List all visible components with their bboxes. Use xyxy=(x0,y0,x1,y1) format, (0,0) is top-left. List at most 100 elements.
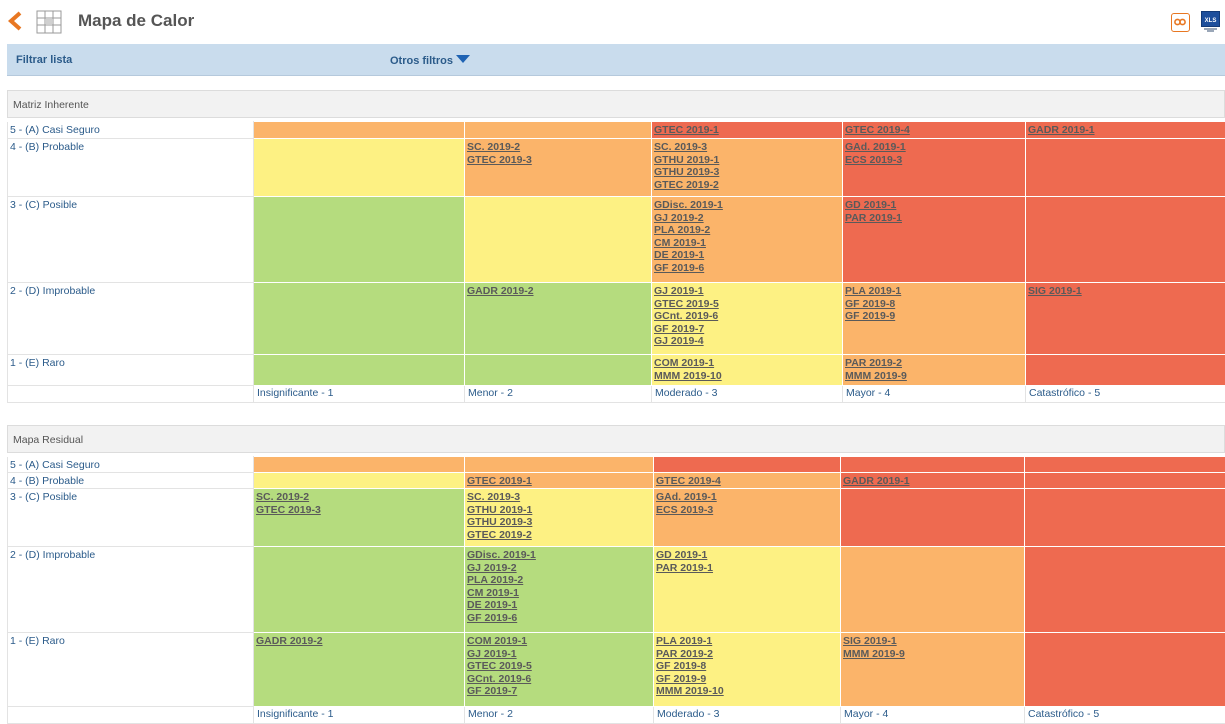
risk-link[interactable]: GAd. 2019-1 xyxy=(656,491,838,504)
matrix-row: 5 - (A) Casi Seguro xyxy=(8,457,1225,473)
risk-link[interactable]: GJ 2019-1 xyxy=(467,648,651,661)
risk-link[interactable]: GTHU 2019-1 xyxy=(467,504,651,517)
risk-link[interactable]: GTEC 2019-4 xyxy=(656,475,838,488)
probability-label: 3 - (C) Posible xyxy=(8,197,254,283)
matrix-row: 5 - (A) Casi Seguro GTEC 2019-1 GTEC 2019-… xyxy=(8,122,1225,139)
risk-link[interactable]: GTEC 2019-5 xyxy=(654,298,840,311)
impact-label: Insignificante - 1 xyxy=(254,707,465,724)
risk-link[interactable]: PLA 2019-1 xyxy=(845,285,1023,298)
risk-link[interactable]: SC. 2019-3 xyxy=(467,491,651,504)
risk-link[interactable]: MMM 2019-10 xyxy=(654,370,840,383)
probability-label: 3 - (C) Posible xyxy=(8,489,254,547)
excel-export-icon[interactable]: XLS xyxy=(1201,11,1220,33)
risk-link[interactable]: MMM 2019-9 xyxy=(843,648,1022,661)
risk-link[interactable]: GF 2019-7 xyxy=(467,685,651,698)
risk-link[interactable]: GADR 2019-1 xyxy=(1028,124,1223,137)
heatmap-cell xyxy=(254,197,465,283)
risk-link[interactable]: GF 2019-8 xyxy=(845,298,1023,311)
risk-link[interactable]: GF 2019-6 xyxy=(654,262,840,275)
risk-link[interactable]: GTHU 2019-3 xyxy=(654,166,840,179)
heatmap-cell: GADR 2019-2 xyxy=(254,633,465,707)
risk-link[interactable]: DE 2019-1 xyxy=(467,599,651,612)
risk-link[interactable]: COM 2019-1 xyxy=(467,635,651,648)
heatmap-cell: PLA 2019-1GF 2019-8GF 2019-9 xyxy=(843,283,1026,355)
heatmap-cell: GTEC 2019-1 xyxy=(465,473,654,489)
residual-matrix-header: Mapa Residual xyxy=(7,425,1225,453)
risk-link[interactable]: GCnt. 2019-6 xyxy=(654,310,840,323)
risk-link[interactable]: GADR 2019-2 xyxy=(467,285,649,298)
impact-label: Moderado - 3 xyxy=(654,707,841,724)
risk-link[interactable]: CM 2019-1 xyxy=(654,237,840,250)
risk-link[interactable]: GTEC 2019-1 xyxy=(654,124,840,137)
other-filters-label: Otros filtros xyxy=(390,55,453,67)
risk-link[interactable]: SC. 2019-3 xyxy=(654,141,840,154)
heatmap-cell xyxy=(841,547,1025,633)
matrix-row: 1 - (E) RaroCOM 2019-1MMM 2019-10PAR 201… xyxy=(8,355,1225,386)
risk-link[interactable]: SIG 2019-1 xyxy=(1028,285,1223,298)
filter-list-link[interactable]: Filtrar lista xyxy=(16,54,72,66)
risk-link[interactable]: GTEC 2019-4 xyxy=(845,124,1023,137)
risk-link[interactable]: GJ 2019-2 xyxy=(467,562,651,575)
impact-label: Catastrófico - 5 xyxy=(1025,707,1225,724)
risk-link[interactable]: GTEC 2019-2 xyxy=(654,179,840,192)
heatmap-cell xyxy=(1026,197,1225,283)
heatmap-cell xyxy=(1025,489,1225,547)
other-filters-dropdown[interactable]: Otros filtros xyxy=(390,55,470,67)
impact-label: Menor - 2 xyxy=(465,386,652,403)
link-icon[interactable] xyxy=(1171,13,1190,32)
risk-link[interactable]: PAR 2019-2 xyxy=(656,648,838,661)
risk-link[interactable]: SC. 2019-2 xyxy=(467,141,649,154)
risk-link[interactable]: ECS 2019-3 xyxy=(656,504,838,517)
risk-link[interactable]: PAR 2019-1 xyxy=(656,562,838,575)
risk-link[interactable]: GADR 2019-1 xyxy=(843,475,1022,488)
probability-label: 5 - (A) Casi Seguro xyxy=(8,122,254,139)
heatmap-cell: GD 2019-1PAR 2019-1 xyxy=(654,547,841,633)
risk-link[interactable]: GD 2019-1 xyxy=(845,199,1023,212)
risk-link[interactable]: GTEC 2019-3 xyxy=(256,504,462,517)
risk-link[interactable]: GF 2019-8 xyxy=(656,660,838,673)
risk-link[interactable]: GDisc. 2019-1 xyxy=(654,199,840,212)
risk-link[interactable]: GF 2019-6 xyxy=(467,612,651,625)
heatmap-cell: SC. 2019-3GTHU 2019-1GTHU 2019-3GTEC 201… xyxy=(652,139,843,197)
heatmap-cell: SC. 2019-3GTHU 2019-1GTHU 2019-3GTEC 201… xyxy=(465,489,654,547)
heatmap-cell: SIG 2019-1MMM 2019-9 xyxy=(841,633,1025,707)
risk-link[interactable]: COM 2019-1 xyxy=(654,357,840,370)
risk-link[interactable]: PLA 2019-1 xyxy=(656,635,838,648)
risk-link[interactable]: GF 2019-9 xyxy=(845,310,1023,323)
risk-link[interactable]: GJ 2019-2 xyxy=(654,212,840,225)
risk-link[interactable]: PAR 2019-1 xyxy=(845,212,1023,225)
risk-link[interactable]: PLA 2019-2 xyxy=(654,224,840,237)
risk-link[interactable]: GTHU 2019-1 xyxy=(654,154,840,167)
risk-link[interactable]: DE 2019-1 xyxy=(654,249,840,262)
risk-link[interactable]: GDisc. 2019-1 xyxy=(467,549,651,562)
risk-link[interactable]: MMM 2019-9 xyxy=(845,370,1023,383)
risk-link[interactable]: GTEC 2019-2 xyxy=(467,529,651,542)
risk-link[interactable]: GF 2019-7 xyxy=(654,323,840,336)
heatmap-cell xyxy=(254,283,465,355)
back-arrow-icon[interactable] xyxy=(7,10,23,32)
risk-link[interactable]: GTEC 2019-1 xyxy=(467,475,651,488)
heatmap-cell xyxy=(1026,139,1225,197)
risk-link[interactable]: PLA 2019-2 xyxy=(467,574,651,587)
risk-link[interactable]: SC. 2019-2 xyxy=(256,491,462,504)
risk-link[interactable]: GTHU 2019-3 xyxy=(467,516,651,529)
risk-link[interactable]: GAd. 2019-1 xyxy=(845,141,1023,154)
impact-label: Menor - 2 xyxy=(465,707,654,724)
impact-axis-row: Insignificante - 1Menor - 2Moderado - 3M… xyxy=(8,707,1225,724)
risk-link[interactable]: SIG 2019-1 xyxy=(843,635,1022,648)
risk-link[interactable]: GD 2019-1 xyxy=(656,549,838,562)
risk-link[interactable]: GTEC 2019-3 xyxy=(467,154,649,167)
risk-link[interactable]: MMM 2019-10 xyxy=(656,685,838,698)
risk-link[interactable]: GADR 2019-2 xyxy=(256,635,462,648)
risk-link[interactable]: GCnt. 2019-6 xyxy=(467,673,651,686)
risk-link[interactable]: GF 2019-9 xyxy=(656,673,838,686)
risk-link[interactable]: GTEC 2019-5 xyxy=(467,660,651,673)
risk-link[interactable]: PAR 2019-2 xyxy=(845,357,1023,370)
matrix-row: 1 - (E) RaroGADR 2019-2COM 2019-1GJ 2019… xyxy=(8,633,1225,707)
risk-link[interactable]: GJ 2019-1 xyxy=(654,285,840,298)
impact-label: Moderado - 3 xyxy=(652,386,843,403)
risk-link[interactable]: GJ 2019-4 xyxy=(654,335,840,348)
residual-matrix-table: 5 - (A) Casi Seguro4 - (B) ProbableGTEC … xyxy=(7,456,1225,724)
risk-link[interactable]: CM 2019-1 xyxy=(467,587,651,600)
risk-link[interactable]: ECS 2019-3 xyxy=(845,154,1023,167)
